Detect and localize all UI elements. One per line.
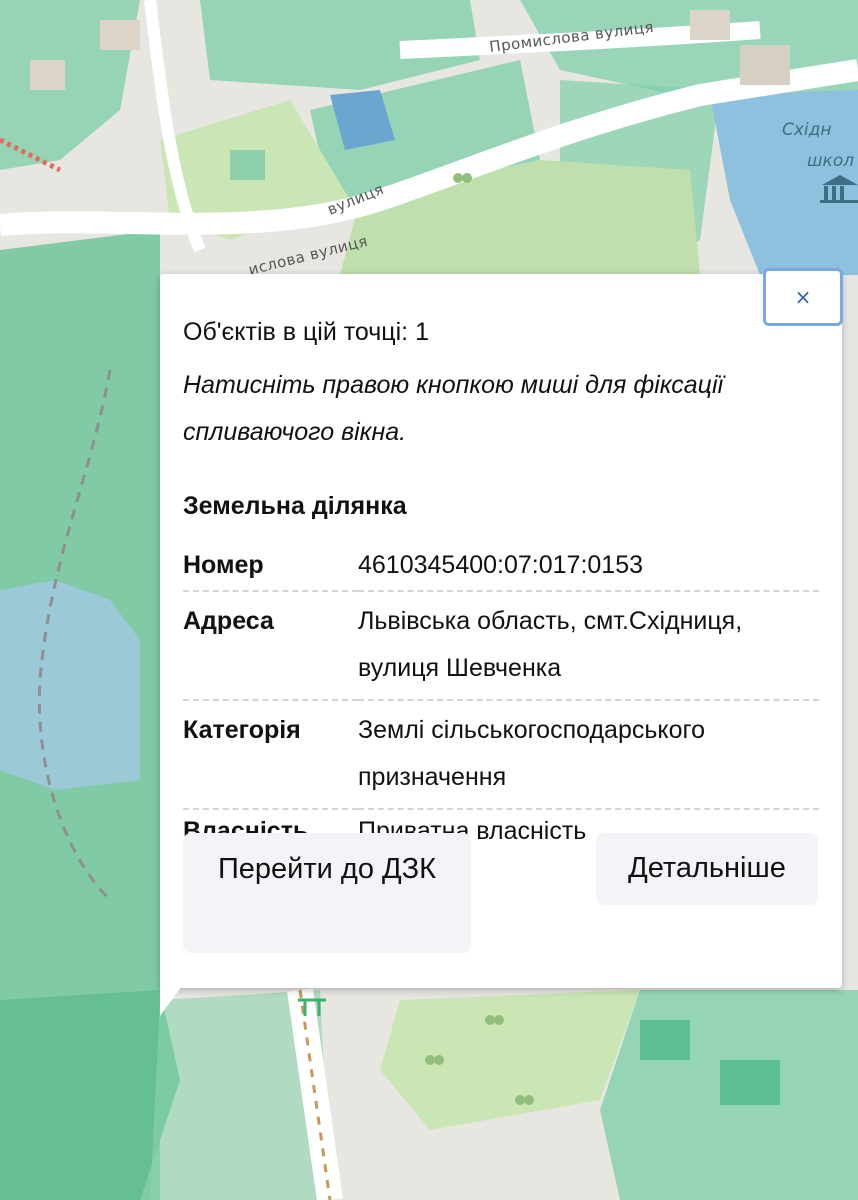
go-to-dzk-button[interactable]: Перейти до ДЗК <box>183 833 471 953</box>
section-title: Земельна ділянка <box>183 492 407 520</box>
school-label-line2: школ <box>807 151 854 171</box>
row-value-address: Львівська область, смт.Східниця, вулиця … <box>358 591 819 701</box>
table-row: Категорія Землі сільськогосподарського п… <box>183 700 819 810</box>
table-row: Адреса Львівська область, смт.Східниця, … <box>183 591 819 701</box>
details-button[interactable]: Детальніше <box>596 833 818 905</box>
close-icon[interactable]: × <box>795 285 812 309</box>
row-key-category: Категорія <box>183 700 358 810</box>
parcel-info-table: Номер 4610345400:07:017:0153 Адреса Льві… <box>183 544 819 856</box>
objects-count: Об'єктів в цій точці: 1 <box>183 318 429 346</box>
popup-tip <box>160 986 182 1016</box>
row-key-address: Адреса <box>183 591 358 701</box>
table-row: Номер 4610345400:07:017:0153 <box>183 544 819 592</box>
row-value-category: Землі сільськогосподарського призначення <box>358 700 819 810</box>
popup-hint: Натисніть правою кнопкою миші для фіксац… <box>183 371 724 446</box>
row-value-number: 4610345400:07:017:0153 <box>358 544 819 592</box>
row-key-number: Номер <box>183 544 358 592</box>
close-button[interactable]: × <box>763 268 843 326</box>
school-label-line1: Східн <box>782 120 832 140</box>
